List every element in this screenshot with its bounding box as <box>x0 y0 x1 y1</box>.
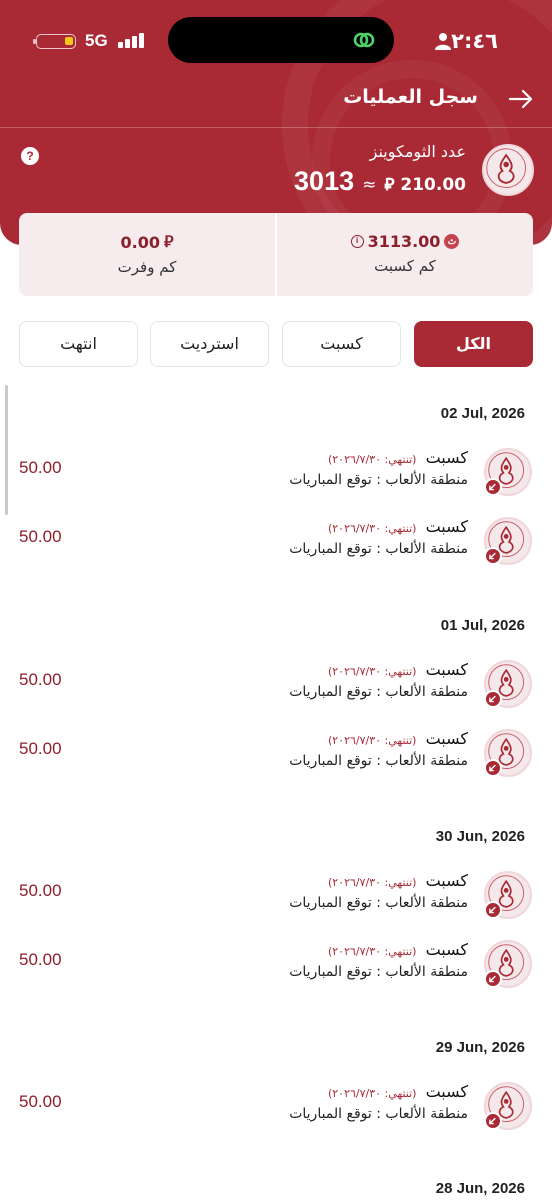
brand-logo-icon <box>484 940 532 988</box>
status-time: ٢:٤٦ <box>451 29 498 53</box>
transaction-type: كسبت <box>425 517 468 536</box>
brand-logo-icon <box>484 448 532 496</box>
transaction-type: كسبت <box>425 660 468 679</box>
saved-summary: ⃁ 0.00 كم وفرت <box>19 213 275 296</box>
transaction-amount: 50.00 <box>19 1092 62 1111</box>
transaction-description: منطقة الألعاب : توقع المباريات <box>289 472 468 488</box>
transaction-row[interactable]: كسبت (تنتهي: ٢٠٢٦/٧/٣٠) منطقة الألعاب : … <box>0 727 552 783</box>
saved-value: 0.00 <box>120 232 160 252</box>
dynamic-island <box>168 17 394 63</box>
transaction-row[interactable]: كسبت (تنتهي: ٢٠٢٦/٧/٣٠) منطقة الألعاب : … <box>0 515 552 571</box>
summary-divider <box>275 213 277 296</box>
transaction-row[interactable]: كسبت (تنتهي: ٢٠٢٦/٧/٣٠) منطقة الألعاب : … <box>0 658 552 714</box>
transaction-amount: 50.00 <box>19 670 62 689</box>
brand-logo-icon <box>484 660 532 708</box>
header-divider <box>0 127 552 128</box>
expiry-date: (تنتهي: ٢٠٢٦/٧/٣٠) <box>327 876 417 889</box>
transaction-row[interactable]: كسبت (تنتهي: ٢٠٢٦/٧/٣٠) منطقة الألعاب : … <box>0 446 552 502</box>
brand-logo-icon <box>482 144 534 196</box>
help-icon[interactable]: ? <box>21 147 39 165</box>
person-icon <box>435 33 451 50</box>
tab-expired[interactable]: انتهت <box>19 321 138 367</box>
riyal-icon: ⃁ <box>384 175 395 195</box>
transaction-description: منطقة الألعاب : توقع المباريات <box>289 684 468 700</box>
earned-summary: ث 3113.00 i كم كسبت <box>277 213 533 296</box>
info-icon[interactable]: i <box>350 235 364 248</box>
header: 5G ٢:٤٦ سجل العمليات ? عدد الثومكوينز 21… <box>0 0 552 245</box>
brand-logo-icon <box>484 729 532 777</box>
page-title: سجل العمليات <box>343 86 478 108</box>
expiry-date: (تنتهي: ٢٠٢٦/٧/٣٠) <box>327 945 417 958</box>
expiry-date: (تنتهي: ٢٠٢٦/٧/٣٠) <box>327 734 417 747</box>
expiry-date: (تنتهي: ٢٠٢٦/٧/٣٠) <box>327 665 417 678</box>
transaction-amount: 50.00 <box>19 881 62 900</box>
date-header: 29 Jun, 2026 <box>435 1039 525 1056</box>
sar-value: 210.00 ⃁ <box>384 175 466 195</box>
incoming-arrow-icon <box>484 690 502 708</box>
incoming-arrow-icon <box>484 478 502 496</box>
transaction-type: كسبت <box>425 729 468 748</box>
status-bar: 5G ٢:٤٦ <box>0 0 552 82</box>
date-header: 30 Jun, 2026 <box>435 828 525 845</box>
count-label: عدد الثومكوينز <box>369 142 466 161</box>
summary-card: ث 3113.00 i كم كسبت ⃁ 0.00 كم وفرت <box>19 213 533 296</box>
network-label: 5G <box>85 31 108 50</box>
header-balance: 210.00 ⃁ ≈ 3013 <box>294 166 466 197</box>
expiry-date: (تنتهي: ٢٠٢٦/٧/٣٠) <box>327 522 417 535</box>
transaction-type: كسبت <box>425 1082 468 1101</box>
transaction-amount: 50.00 <box>19 527 62 546</box>
battery-icon <box>33 34 76 49</box>
transaction-description: منطقة الألعاب : توقع المباريات <box>289 895 468 911</box>
brand-logo-icon <box>484 1082 532 1130</box>
incoming-arrow-icon <box>484 759 502 777</box>
tab-earned[interactable]: كسبت <box>282 321 401 367</box>
incoming-arrow-icon <box>484 547 502 565</box>
saved-label: كم وفرت <box>117 258 177 276</box>
transaction-row[interactable]: كسبت (تنتهي: ٢٠٢٦/٧/٣٠) منطقة الألعاب : … <box>0 1080 552 1136</box>
approx-symbol: ≈ <box>362 175 377 195</box>
incoming-arrow-icon <box>484 970 502 988</box>
transaction-description: منطقة الألعاب : توقع المباريات <box>289 541 468 557</box>
back-arrow-icon[interactable] <box>508 88 534 110</box>
transaction-type: كسبت <box>425 940 468 959</box>
earned-value: 3113.00 <box>367 232 441 251</box>
earned-coin-icon: ث <box>444 234 460 249</box>
date-header: 28 Jun, 2026 <box>435 1180 525 1197</box>
transaction-type: كسبت <box>425 448 468 467</box>
transaction-description: منطقة الألعاب : توقع المباريات <box>289 753 468 769</box>
transaction-amount: 50.00 <box>19 458 62 477</box>
expiry-date: (تنتهي: ٢٠٢٦/٧/٣٠) <box>327 453 417 466</box>
earned-label: كم كسبت <box>374 257 436 275</box>
signal-icon <box>118 32 148 48</box>
riyal-icon: ⃁ <box>163 232 174 251</box>
transaction-row[interactable]: كسبت (تنتهي: ٢٠٢٦/٧/٣٠) منطقة الألعاب : … <box>0 938 552 994</box>
expiry-date: (تنتهي: ٢٠٢٦/٧/٣٠) <box>327 1087 417 1100</box>
transaction-row[interactable]: كسبت (تنتهي: ٢٠٢٦/٧/٣٠) منطقة الألعاب : … <box>0 869 552 925</box>
transaction-type: كسبت <box>425 871 468 890</box>
transaction-amount: 50.00 <box>19 950 62 969</box>
tab-all[interactable]: الكل <box>414 321 533 367</box>
incoming-arrow-icon <box>484 901 502 919</box>
tab-refunded[interactable]: استرديت <box>150 321 269 367</box>
date-header: 01 Jul, 2026 <box>440 617 525 634</box>
link-icon <box>353 32 375 48</box>
incoming-arrow-icon <box>484 1112 502 1130</box>
transaction-description: منطقة الألعاب : توقع المباريات <box>289 964 468 980</box>
date-header: 02 Jul, 2026 <box>440 405 525 422</box>
transaction-amount: 50.00 <box>19 739 62 758</box>
brand-logo-icon <box>484 517 532 565</box>
nav-bar: سجل العمليات <box>0 82 552 128</box>
transaction-description: منطقة الألعاب : توقع المباريات <box>289 1106 468 1122</box>
brand-logo-icon <box>484 871 532 919</box>
coin-count: 3013 <box>294 166 355 196</box>
